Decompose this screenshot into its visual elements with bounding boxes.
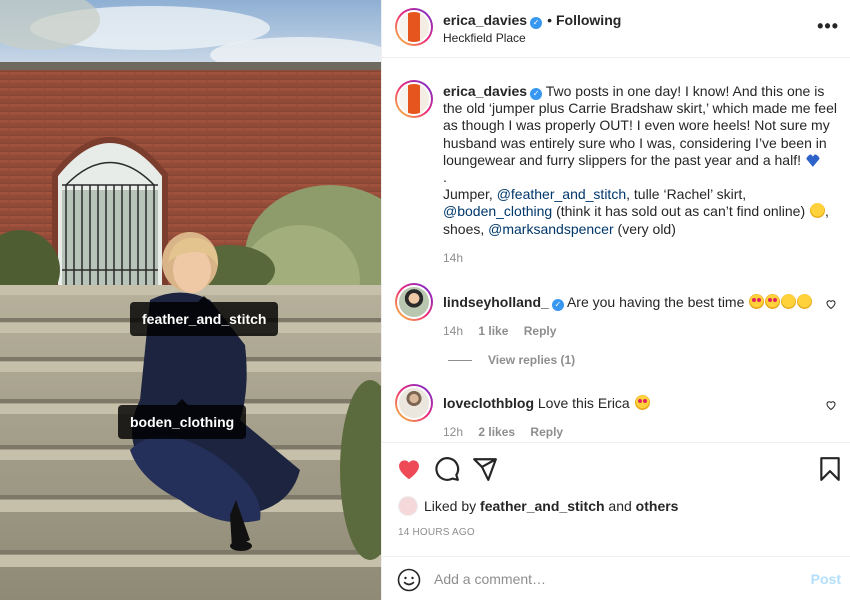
sad-face-icon (781, 294, 797, 309)
blue-heart-icon (805, 154, 820, 167)
like-heart-icon[interactable] (396, 456, 422, 482)
comment-text: Love this Erica (537, 395, 630, 411)
caption-username[interactable]: erica_davies (443, 83, 527, 99)
mention-boden-clothing[interactable]: @boden_clothing (443, 203, 552, 219)
verified-badge-icon: ✓ (551, 299, 564, 311)
add-comment-bar: Post (382, 556, 850, 600)
comment-meta: 12h 2 likes Reply (443, 425, 575, 439)
post-side-panel: erica_davies ✓ • Following Heckfield Place … (381, 0, 850, 600)
liked-by-user[interactable]: feather_and_stitch (480, 498, 604, 514)
save-bookmark-icon[interactable] (817, 456, 843, 482)
header-title-row: erica_davies ✓ • Following (443, 12, 621, 29)
post-location[interactable]: Heckfield Place (443, 31, 526, 45)
verified-badge-icon: ✓ (530, 88, 543, 100)
following-button[interactable]: Following (556, 12, 621, 28)
comment-text-row: lindseyholland_ ✓ Are you having the best… (443, 294, 813, 311)
comment-bubble-icon[interactable] (434, 456, 460, 482)
caption-timestamp[interactable]: 14h (443, 251, 463, 265)
post-age[interactable]: 14 HOURS AGO (398, 527, 475, 538)
post-photo[interactable]: feather_and_stitch boden_clothing (0, 0, 381, 600)
worried-face-icon (810, 203, 825, 219)
caption-old-text: (very old) (617, 220, 676, 237)
view-replies-button[interactable]: View replies (1) (448, 353, 575, 367)
liked-by-and: and (608, 498, 632, 514)
caption-dot: . (443, 169, 447, 186)
comment-text-row: loveclothblog Love this Erica (443, 395, 803, 411)
follow-separator: • (547, 12, 552, 28)
comment-like-heart-icon[interactable] (825, 298, 837, 310)
star-struck-icon (765, 294, 781, 309)
reply-button[interactable]: Reply (530, 425, 563, 439)
mention-marksandspencer[interactable]: @marksandspencer (488, 221, 614, 237)
comment-like-heart-icon[interactable] (825, 399, 837, 411)
post-actions-bar (382, 442, 850, 492)
comment-username[interactable]: loveclothblog (443, 395, 534, 411)
liked-by-prefix: Liked by (424, 498, 477, 514)
mention-feather-and-stitch[interactable]: @feather_and_stitch (497, 186, 626, 202)
liked-by-line: Liked by feather_and_stitch and others (398, 496, 678, 516)
comment-likes[interactable]: 2 likes (478, 425, 515, 439)
emoji-smiley-icon[interactable] (397, 568, 421, 592)
comment-username[interactable]: lindseyholland_ (443, 294, 549, 310)
star-struck-icon (634, 395, 650, 410)
liker-avatar[interactable] (398, 496, 418, 516)
author-username[interactable]: erica_davies (443, 12, 527, 28)
photo-image (0, 0, 381, 600)
avatar[interactable] (395, 8, 433, 46)
caption-skirt-text: , tulle ‘Rachel’ skirt, (626, 186, 747, 203)
post-header: erica_davies ✓ • Following Heckfield Place … (382, 0, 850, 58)
avatar[interactable] (395, 384, 433, 422)
share-paper-plane-icon[interactable] (472, 456, 498, 482)
comment-meta: 14h 1 like Reply (443, 324, 568, 338)
comment-input[interactable] (434, 567, 794, 591)
caption-text: erica_davies ✓ Two posts in one day! I kn… (443, 83, 841, 238)
comment-time[interactable]: 14h (443, 324, 463, 338)
post-comment-button[interactable]: Post (811, 571, 841, 587)
star-struck-icon (749, 294, 765, 309)
more-options-icon[interactable]: ••• (817, 17, 839, 35)
comment-likes[interactable]: 1 like (478, 324, 508, 338)
comment-time[interactable]: 12h (443, 425, 463, 439)
liked-by-others[interactable]: others (636, 498, 679, 514)
avatar[interactable] (395, 283, 433, 321)
photo-tag-boden-clothing[interactable]: boden_clothing (118, 399, 247, 439)
caption-sold-text: (think it has sold out as can’t find onl… (556, 203, 806, 220)
caption-jumper-text: Jumper, (443, 186, 493, 203)
comment-text: Are you having the best time (566, 294, 745, 310)
avatar[interactable] (395, 80, 433, 118)
verified-badge-icon: ✓ (530, 17, 543, 29)
sad-face-icon (797, 294, 813, 309)
photo-tag-feather-and-stitch[interactable]: feather_and_stitch (130, 296, 279, 336)
reply-button[interactable]: Reply (524, 324, 557, 338)
